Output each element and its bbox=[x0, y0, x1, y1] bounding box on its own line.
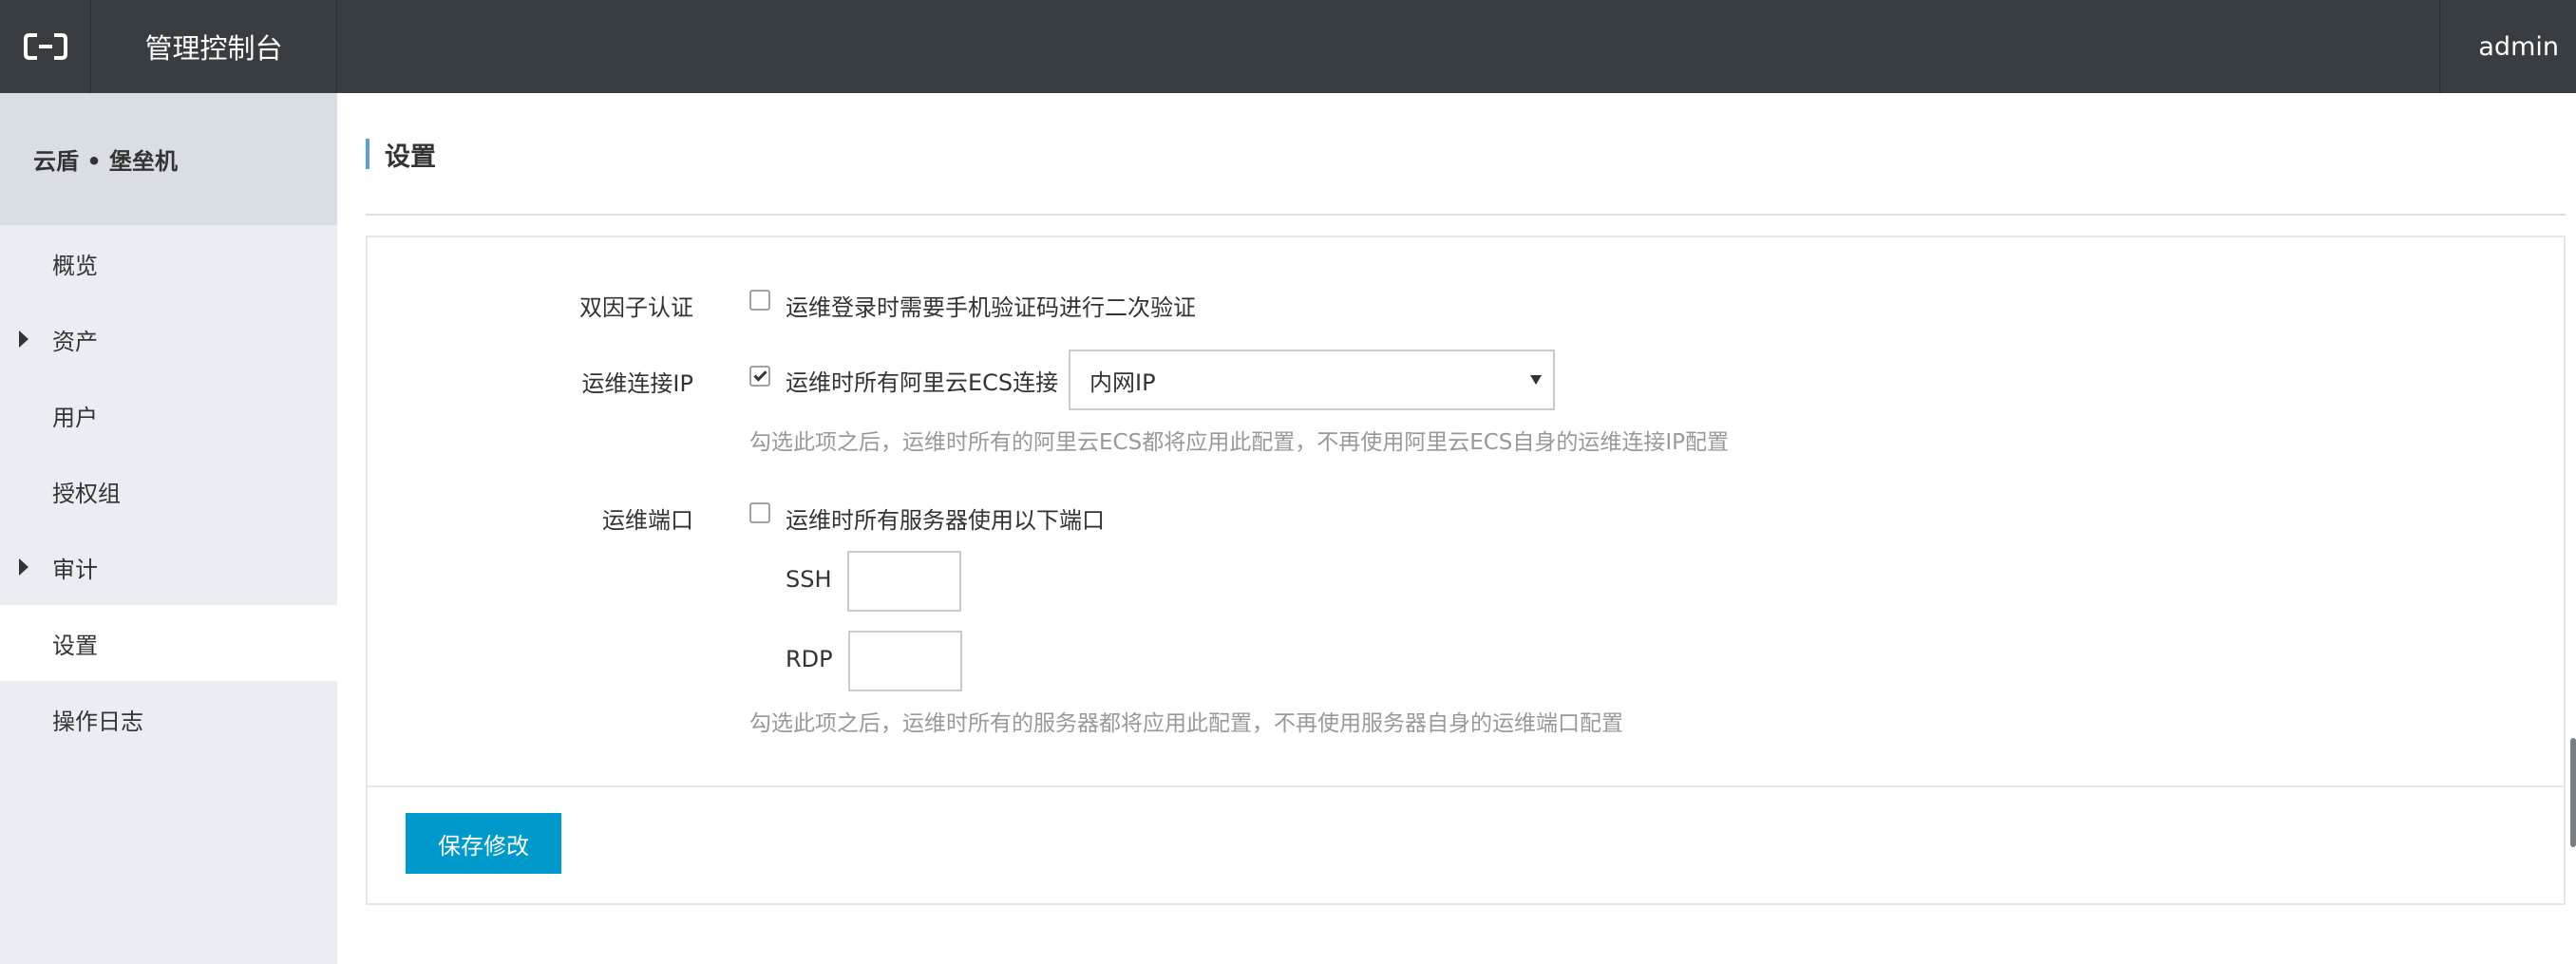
caret-right-icon bbox=[19, 558, 28, 576]
two-factor-label: 双因子认证 bbox=[579, 294, 693, 321]
conn-ip-label: 运维连接IP bbox=[581, 370, 693, 397]
top-bar: 管理控制台 admin bbox=[0, 0, 2576, 93]
sidebar: 云盾 • 堡垒机 概览 资产 用户 授权组 审计 设置 操作日志 bbox=[0, 93, 337, 964]
sidebar-item-assets[interactable]: 资产 bbox=[0, 301, 337, 377]
port-label: 运维端口 bbox=[602, 507, 693, 534]
rdp-label: RDP bbox=[786, 646, 833, 672]
conn-ip-checkbox[interactable] bbox=[749, 366, 770, 387]
port-hint: 勾选此项之后，运维时所有的服务器都将应用此配置，不再使用服务器自身的运维端口配置 bbox=[749, 711, 1623, 736]
conn-ip-checkbox-label[interactable]: 运维时所有阿里云ECS连接 bbox=[786, 364, 1058, 397]
aliyun-logo-icon bbox=[23, 33, 67, 60]
sidebar-item-users[interactable]: 用户 bbox=[0, 377, 337, 453]
conn-ip-hint: 勾选此项之后，运维时所有的阿里云ECS都将应用此配置，不再使用阿里云ECS自身的… bbox=[749, 430, 1730, 455]
conn-ip-select[interactable]: 内网IP bbox=[1069, 350, 1555, 410]
settings-panel: 双因子认证 运维登录时需要手机验证码进行二次验证 运维连接IP 运维时所有阿里云… bbox=[366, 236, 2566, 905]
caret-right-icon bbox=[19, 331, 28, 348]
scrollbar-thumb[interactable] bbox=[2570, 738, 2576, 847]
port-checkbox[interactable] bbox=[749, 502, 770, 523]
main-content: 设置 双因子认证 运维登录时需要手机验证码进行二次验证 运维连接IP 运维时所有… bbox=[337, 93, 2576, 964]
sidebar-item-audit[interactable]: 审计 bbox=[0, 529, 337, 605]
sidebar-item-auth-groups[interactable]: 授权组 bbox=[0, 453, 337, 529]
sidebar-item-operation-log[interactable]: 操作日志 bbox=[0, 681, 337, 757]
panel-divider bbox=[368, 785, 2564, 787]
port-checkbox-label[interactable]: 运维时所有服务器使用以下端口 bbox=[786, 501, 1105, 535]
rdp-port-input[interactable] bbox=[848, 631, 962, 691]
user-menu[interactable]: admin bbox=[2439, 0, 2576, 93]
sidebar-item-settings[interactable]: 设置 bbox=[0, 605, 337, 681]
sidebar-item-overview[interactable]: 概览 bbox=[0, 225, 337, 301]
ssh-label: SSH bbox=[786, 566, 832, 593]
two-factor-checkbox[interactable] bbox=[749, 290, 770, 311]
sidebar-item-label: 授权组 bbox=[52, 480, 121, 507]
check-icon bbox=[752, 367, 767, 382]
sidebar-item-label: 审计 bbox=[52, 556, 98, 583]
sidebar-item-label: 资产 bbox=[52, 328, 98, 355]
logo[interactable] bbox=[0, 0, 91, 93]
ssh-port-input[interactable] bbox=[847, 551, 961, 612]
dropdown-arrow-icon bbox=[1530, 375, 1542, 385]
save-button[interactable]: 保存修改 bbox=[406, 813, 561, 874]
console-title[interactable]: 管理控制台 bbox=[91, 0, 337, 93]
title-divider bbox=[366, 214, 2566, 216]
sidebar-item-label: 操作日志 bbox=[52, 708, 143, 735]
sidebar-item-label: 用户 bbox=[52, 404, 98, 431]
page-title: 设置 bbox=[385, 142, 436, 172]
page-title-wrap: 设置 bbox=[366, 139, 436, 172]
sidebar-item-label: 设置 bbox=[52, 632, 98, 659]
conn-ip-select-value: 内网IP bbox=[1089, 369, 1156, 396]
two-factor-checkbox-label[interactable]: 运维登录时需要手机验证码进行二次验证 bbox=[786, 289, 1196, 322]
product-name: 云盾 • 堡垒机 bbox=[0, 93, 337, 225]
sidebar-item-label: 概览 bbox=[52, 252, 98, 279]
